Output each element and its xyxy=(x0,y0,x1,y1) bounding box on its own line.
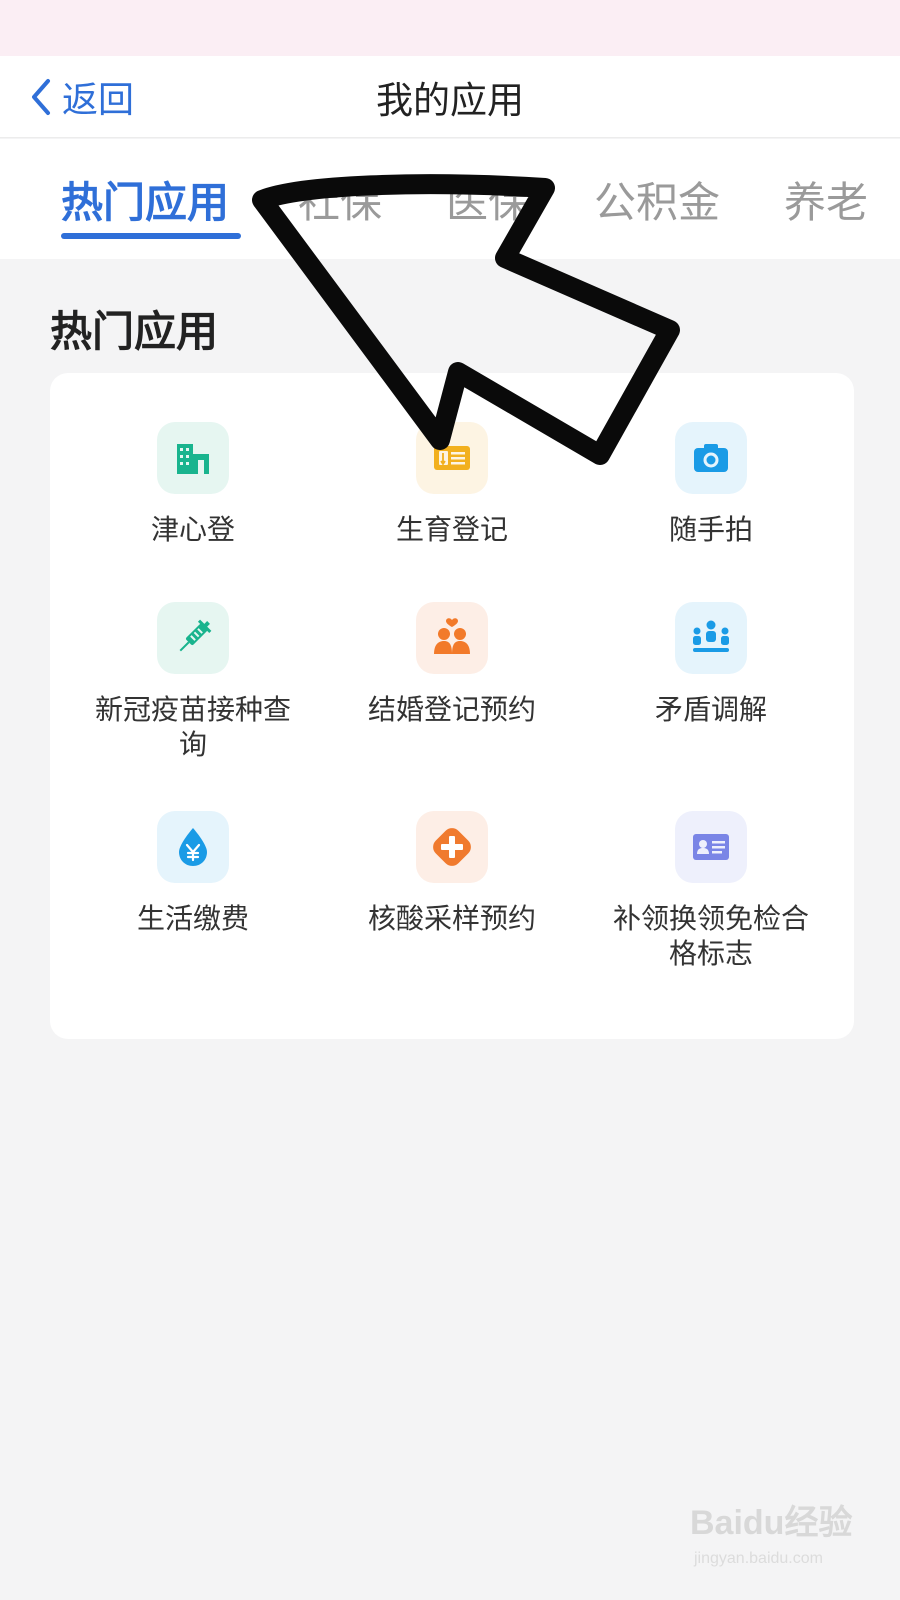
building-icon xyxy=(157,422,229,494)
tab-medical-insurance[interactable]: 医保 xyxy=(446,169,530,230)
tab-hot-apps[interactable]: 热门应用 xyxy=(61,169,229,230)
app-utility-payment[interactable]: 生活缴费 xyxy=(73,811,313,936)
back-button[interactable]: 返回 xyxy=(28,56,134,138)
app-label: 津心登 xyxy=(150,513,235,546)
apps-card: 津心登 生育登记 随手拍 新冠疫苗接种查询 结婚登记预约 矛盾调解 生活缴费 核… xyxy=(50,373,854,1039)
back-label: 返回 xyxy=(62,80,135,121)
app-snapshot-report[interactable]: 随手拍 xyxy=(591,422,831,547)
chevron-left-icon xyxy=(32,79,50,115)
watermark-url: jingyan.baidu.com xyxy=(694,1550,823,1567)
section-title: 热门应用 xyxy=(50,307,219,356)
app-vaccine-query[interactable]: 新冠疫苗接种查询 xyxy=(73,602,313,762)
app-label: 核酸采样预约 xyxy=(367,902,536,935)
app-label: 随手拍 xyxy=(668,513,753,546)
app-label: 矛盾调解 xyxy=(654,693,767,726)
app-birth-registration[interactable]: 生育登记 xyxy=(332,422,572,547)
syringe-icon xyxy=(157,602,229,674)
tab-pension[interactable]: 养老 xyxy=(784,169,868,230)
app-label: 新冠疫苗接种查询 xyxy=(94,693,291,761)
app-label: 结婚登记预约 xyxy=(367,693,536,726)
status-bar xyxy=(0,0,900,56)
meeting-icon xyxy=(675,602,747,674)
couple-icon xyxy=(416,602,488,674)
app-label: 生活缴费 xyxy=(136,902,249,935)
active-tab-indicator xyxy=(61,233,241,239)
camera-icon xyxy=(675,422,747,494)
id-card-icon xyxy=(675,811,747,883)
tab-social-security[interactable]: 社保 xyxy=(298,169,382,230)
page-title: 我的应用 xyxy=(376,79,524,122)
app-nucleic-acid-appointment[interactable]: 核酸采样预约 xyxy=(332,811,572,936)
baidu-watermark: Baidu经验 xyxy=(690,1504,853,1542)
id-card-pen-icon xyxy=(416,422,488,494)
water-drop-yen-icon xyxy=(157,811,229,883)
medical-cross-icon xyxy=(416,811,488,883)
app-label: 补领换领免检合格标志 xyxy=(612,902,809,970)
navigation-bar: 返回 我的应用 xyxy=(0,56,900,138)
tab-housing-fund[interactable]: 公积金 xyxy=(594,169,720,230)
app-marriage-appointment[interactable]: 结婚登记预约 xyxy=(332,602,572,727)
app-inspection-sticker-reissue[interactable]: 补领换领免检合格标志 xyxy=(591,811,831,971)
app-tianjin-login[interactable]: 津心登 xyxy=(73,422,313,547)
app-label: 生育登记 xyxy=(395,513,508,546)
app-dispute-mediation[interactable]: 矛盾调解 xyxy=(591,602,831,727)
category-tabs: 热门应用 社保 医保 公积金 养老 xyxy=(0,139,900,259)
